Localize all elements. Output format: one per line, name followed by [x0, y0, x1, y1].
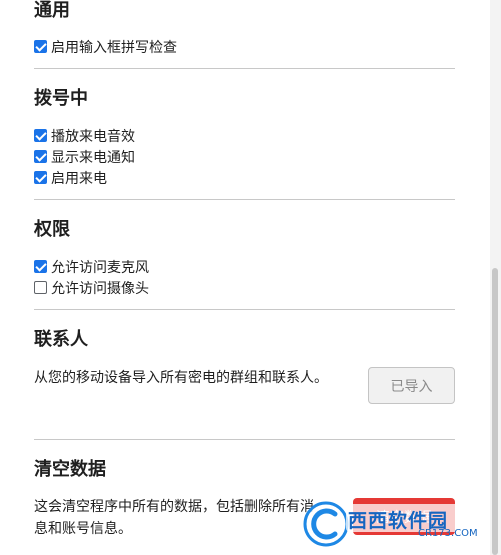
camera-permission-label: 允许访问摄像头	[51, 280, 149, 297]
camera-permission-option[interactable]: 允许访问摄像头	[34, 278, 149, 297]
checkbox-unchecked-icon[interactable]	[34, 281, 47, 294]
microphone-permission-option[interactable]: 允许访问麦克风	[34, 257, 149, 276]
clear-data-description-line1: 这会清空程序中所有的数据，包括删除所有消	[34, 499, 314, 515]
divider	[34, 68, 455, 69]
checkbox-checked-icon[interactable]	[34, 260, 47, 273]
section-title-contacts: 联系人	[34, 329, 88, 350]
microphone-permission-label: 允许访问麦克风	[51, 259, 149, 276]
section-title-permissions: 权限	[34, 219, 70, 240]
checkbox-checked-icon[interactable]	[34, 129, 47, 142]
contacts-description: 从您的移动设备导入所有密电的群组和联系人。	[34, 370, 328, 386]
play-ringtone-label: 播放来电音效	[51, 128, 135, 145]
play-ringtone-option[interactable]: 播放来电音效	[34, 126, 135, 145]
divider	[34, 439, 455, 440]
divider	[34, 199, 455, 200]
checkbox-checked-icon[interactable]	[34, 171, 47, 184]
scrollbar-thumb[interactable]	[492, 268, 498, 555]
checkbox-checked-icon[interactable]	[34, 150, 47, 163]
section-title-dialing: 拨号中	[34, 88, 88, 109]
section-title-general: 通用	[34, 0, 70, 21]
clear-data-description-line2: 息和账号信息。	[34, 521, 132, 537]
section-title-clear-data: 清空数据	[34, 459, 106, 480]
enable-incoming-calls-label: 启用来电	[51, 170, 107, 187]
vertical-scrollbar[interactable]	[490, 0, 501, 555]
spellcheck-label: 启用输入框拼写检查	[51, 39, 177, 56]
imported-button[interactable]: 已导入	[368, 367, 455, 404]
spellcheck-option[interactable]: 启用输入框拼写检查	[34, 37, 177, 56]
divider	[34, 309, 455, 310]
show-call-notification-label: 显示来电通知	[51, 149, 135, 166]
enable-incoming-calls-option[interactable]: 启用来电	[34, 168, 107, 187]
settings-panel: 通用 启用输入框拼写检查 拨号中 播放来电音效 显示来电通知 启用来电 权限 允…	[0, 0, 491, 555]
show-call-notification-option[interactable]: 显示来电通知	[34, 147, 135, 166]
checkbox-checked-icon[interactable]	[34, 40, 47, 53]
watermark-url: CR173.COM	[418, 528, 478, 539]
